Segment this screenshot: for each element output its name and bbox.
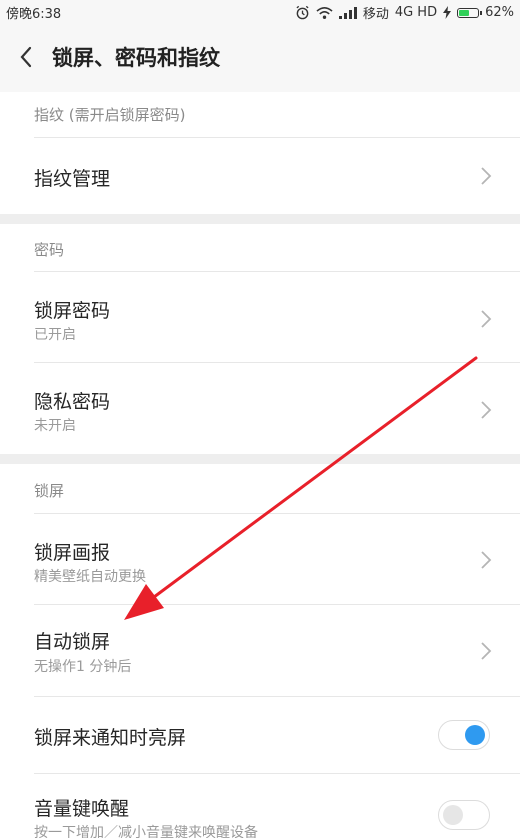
chevron-right-icon xyxy=(481,642,492,660)
settings-row-fingerprint-manage[interactable]: 指纹管理 xyxy=(0,138,520,214)
row-title: 指纹管理 xyxy=(34,168,111,190)
chevron-right-icon xyxy=(481,401,492,419)
row-title: 锁屏画报 xyxy=(34,542,111,564)
row-subtitle: 已开启 xyxy=(34,327,76,343)
section-title: 密码 xyxy=(34,241,65,259)
settings-screen: 傍晚6:38 移动 4G HD 62% 锁屏、密码和指纹 指纹 (需开启锁屏密码… xyxy=(0,0,520,838)
battery-percent: 62% xyxy=(485,5,514,20)
row-title: 隐私密码 xyxy=(34,391,111,413)
charging-bolt-icon xyxy=(443,6,452,19)
row-subtitle: 无操作1 分钟后 xyxy=(34,659,132,675)
volume-key-wake-toggle[interactable] xyxy=(438,800,490,830)
wifi-icon xyxy=(316,6,333,19)
row-title: 音量键唤醒 xyxy=(34,798,130,820)
section-title: 锁屏 xyxy=(34,482,65,500)
row-title: 自动锁屏 xyxy=(34,631,111,653)
status-icons: 移动 4G HD 62% xyxy=(295,3,514,22)
section-lockscreen: 锁屏 锁屏画报 精美壁纸自动更换 自动锁屏 无操作1 分钟后 锁屏来通知时亮屏 xyxy=(0,464,520,838)
chevron-right-icon xyxy=(481,310,492,328)
page-title: 锁屏、密码和指纹 xyxy=(52,46,220,70)
toggle-knob xyxy=(443,805,463,825)
chevron-right-icon xyxy=(481,167,492,185)
section-title: 指纹 (需开启锁屏密码) xyxy=(34,106,186,124)
status-bar: 傍晚6:38 移动 4G HD 62% xyxy=(0,0,520,22)
alarm-icon xyxy=(296,5,309,20)
settings-row-auto-lock[interactable]: 自动锁屏 无操作1 分钟后 xyxy=(0,605,520,696)
signal-icon xyxy=(338,6,357,19)
section-gap xyxy=(0,214,520,224)
settings-row-lockscreen-wallpaper[interactable]: 锁屏画报 精美壁纸自动更换 xyxy=(0,514,520,604)
header-bar: 锁屏、密码和指纹 xyxy=(0,22,520,92)
network-label: 4G HD xyxy=(394,5,438,20)
row-title: 锁屏来通知时亮屏 xyxy=(34,727,187,749)
wake-on-notification-toggle[interactable] xyxy=(438,720,490,750)
chevron-left-icon[interactable] xyxy=(16,44,38,70)
row-title: 锁屏密码 xyxy=(34,300,111,322)
settings-row-lockscreen-password[interactable]: 锁屏密码 已开启 xyxy=(0,272,520,362)
status-time: 傍晚6:38 xyxy=(6,7,62,22)
settings-row-wake-on-notification: 锁屏来通知时亮屏 xyxy=(0,697,520,773)
section-fingerprint: 指纹 (需开启锁屏密码) 指纹管理 xyxy=(0,92,520,214)
row-subtitle: 按一下增加／减小音量键来唤醒设备 xyxy=(34,825,258,838)
section-password: 密码 锁屏密码 已开启 隐私密码 未开启 xyxy=(0,224,520,454)
chevron-right-icon xyxy=(481,551,492,569)
row-subtitle: 精美壁纸自动更换 xyxy=(34,569,146,585)
battery-level-fill xyxy=(459,9,470,16)
battery-icon xyxy=(457,7,483,18)
section-gap xyxy=(0,454,520,464)
carrier-label: 移动 xyxy=(362,7,389,22)
row-subtitle: 未开启 xyxy=(34,418,76,434)
toggle-knob xyxy=(465,725,485,745)
settings-row-volume-key-wake: 音量键唤醒 按一下增加／减小音量键来唤醒设备 xyxy=(0,774,520,838)
settings-row-privacy-password[interactable]: 隐私密码 未开启 xyxy=(0,363,520,454)
